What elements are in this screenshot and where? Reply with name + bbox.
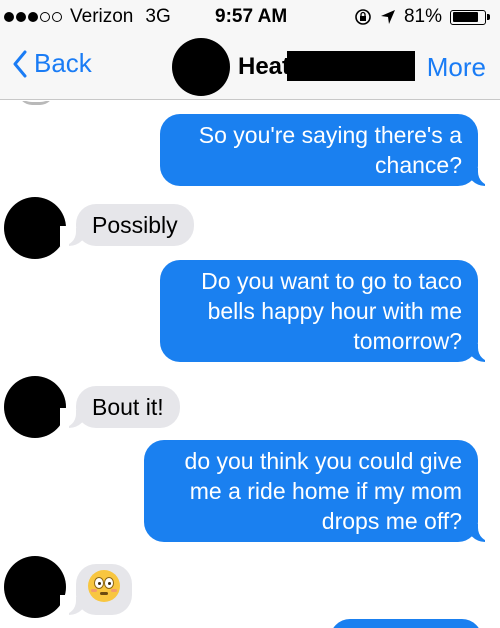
incoming-message[interactable] — [60, 564, 132, 615]
outgoing-message-partial[interactable] — [330, 619, 482, 628]
outgoing-message[interactable]: do you think you could give me a ride ho… — [144, 440, 494, 542]
contact-avatar-small[interactable] — [4, 556, 66, 618]
nav-bar: Back Heat More — [0, 34, 500, 100]
incoming-message[interactable]: Bout it! — [60, 386, 180, 428]
contact-name[interactable]: Heat — [238, 53, 290, 81]
more-button[interactable]: More — [427, 52, 486, 83]
carrier-label: Verizon — [70, 6, 134, 27]
rotation-lock-icon — [355, 9, 371, 25]
battery-percent: 81% — [403, 6, 442, 27]
contact-avatar-small[interactable] — [4, 197, 66, 259]
signal-dots-icon — [4, 12, 64, 22]
location-arrow-icon — [380, 10, 395, 24]
redaction-bar — [287, 51, 415, 81]
clock: 9:57 AM — [215, 6, 288, 27]
flushed-face-icon — [88, 570, 120, 602]
message-thread[interactable]: So you're saying there's a chance? Possi… — [0, 101, 500, 628]
outgoing-message[interactable]: Do you want to go to taco bells happy ho… — [160, 260, 494, 362]
outgoing-message[interactable]: So you're saying there's a chance? — [160, 114, 494, 186]
message-text: Bout it! — [92, 394, 164, 420]
message-text: So you're saying there's a chance? — [198, 122, 462, 178]
message-text: do you think you could give me a ride ho… — [184, 448, 462, 534]
battery-fill — [452, 12, 478, 22]
battery-icon — [450, 9, 490, 25]
back-label: Back — [34, 48, 92, 78]
message-text: Possibly — [92, 212, 178, 238]
message-text: Do you want to go to taco bells happy ho… — [201, 268, 462, 354]
contact-avatar-small[interactable] — [4, 376, 66, 438]
contact-avatar[interactable] — [172, 38, 230, 96]
avatar-edge — [18, 101, 54, 105]
status-left: Verizon 3G — [4, 6, 171, 28]
network-label: 3G — [145, 6, 171, 27]
chevron-left-icon — [13, 50, 27, 77]
incoming-message[interactable]: Possibly — [60, 204, 194, 246]
status-bar: Verizon 3G 9:57 AM 81% — [0, 0, 500, 34]
status-right: 81% — [346, 6, 490, 28]
back-button[interactable]: Back — [12, 48, 92, 79]
